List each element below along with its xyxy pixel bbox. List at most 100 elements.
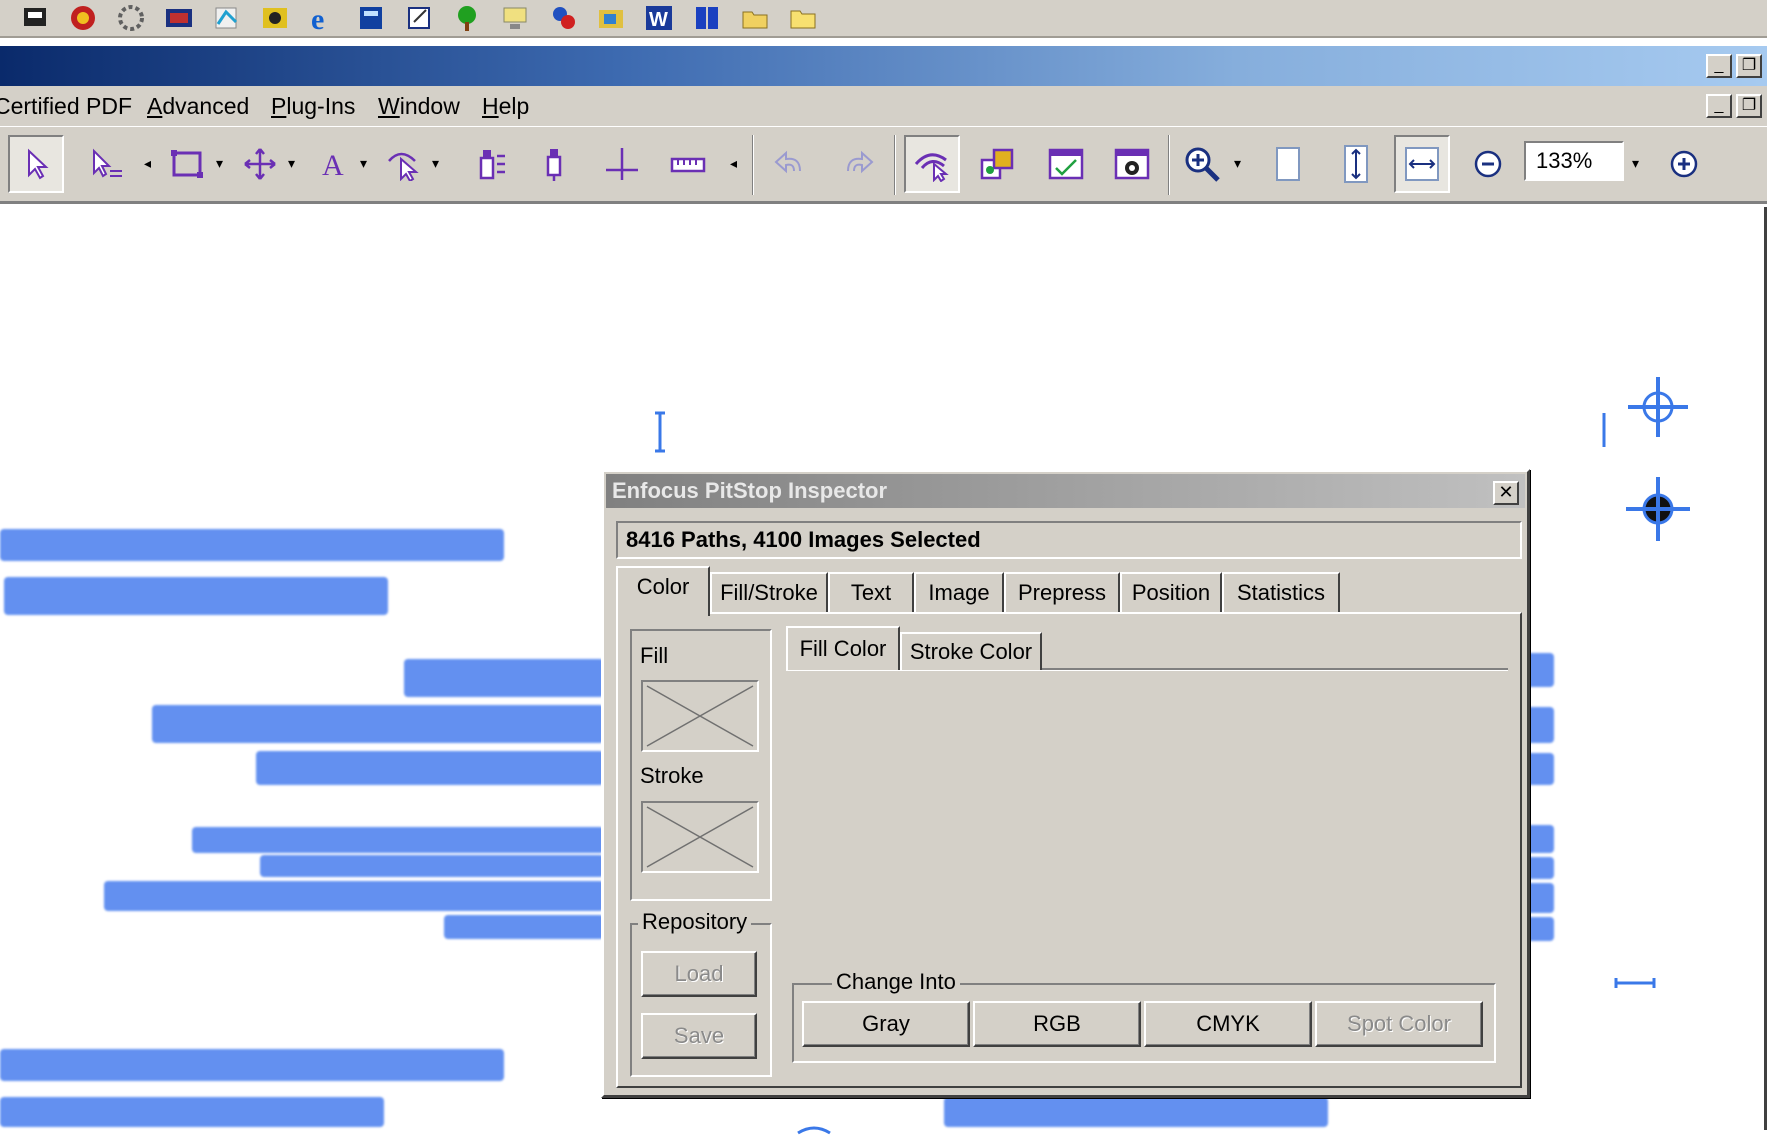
inspector-tool-button[interactable] [904,135,960,193]
app-shortcut-icon[interactable] [546,2,580,34]
selection-handle-marker [794,1115,834,1135]
tab-position[interactable]: Position [1120,572,1222,612]
fit-width-button[interactable] [1394,135,1450,193]
fit-page-button[interactable] [1328,135,1384,193]
app-shortcut-icon[interactable] [162,2,196,34]
notepad-icon[interactable] [402,2,436,34]
crosshair-target-icon[interactable] [1600,367,1696,451]
zoom-in-tool[interactable] [1176,135,1232,193]
change-to-gray-button[interactable]: Gray [802,1001,970,1047]
network-icon[interactable] [498,2,532,34]
minimize-button[interactable]: _ [1706,54,1732,78]
repository-label: Repository [638,909,752,935]
selected-text-block [4,577,388,615]
word-icon[interactable]: W [642,2,676,34]
tree-icon[interactable] [450,2,484,34]
tab-image[interactable]: Image [914,572,1004,612]
toolbar-collapse-arrow-2[interactable]: ◂ [730,155,737,172]
tab-prepress[interactable]: Prepress [1004,572,1120,612]
path-select-tool[interactable] [376,135,432,193]
menu-help-rest: elp [498,93,530,119]
selection-handle-marker[interactable] [1614,971,1658,988]
zoom-in-button[interactable] [1656,135,1712,193]
menu-plug-ins[interactable]: Plug-Ins [271,92,355,120]
menu-window[interactable]: Window [378,92,460,120]
calculator-icon[interactable] [354,2,388,34]
app-shortcut-icon[interactable] [66,2,100,34]
tab-statistics[interactable]: Statistics [1222,572,1340,612]
load-button[interactable]: Load [641,951,757,997]
inspector-close-button[interactable]: ✕ [1493,481,1519,505]
global-changes-button[interactable] [1104,135,1160,193]
change-to-cmyk-button[interactable]: CMYK [1144,1001,1312,1047]
book-icon[interactable] [690,2,724,34]
app-shortcut-icon[interactable] [210,2,244,34]
selected-text-block [152,705,604,743]
restore-button[interactable]: ❐ [1736,54,1762,78]
menu-help[interactable]: Help [482,92,529,120]
document-restore-button[interactable]: ❐ [1736,94,1762,118]
crosshair-target-icon[interactable] [1622,473,1694,545]
fill-swatch[interactable] [641,680,759,752]
folder-open-icon[interactable] [738,2,772,34]
fill-label: Fill [640,643,669,668]
svg-text:W: W [649,9,668,31]
zoom-tool-dropdown[interactable]: ▾ [1234,155,1241,172]
zoom-level-input[interactable]: 133% [1524,141,1624,181]
toolbar: ◂ ▾ ▾ A ▾ ▾ ◂ ▾ ▾ [0,126,1767,204]
preflight-button[interactable] [1038,135,1094,193]
folder-icon[interactable] [786,2,820,34]
move-tool-dropdown[interactable]: ▾ [288,155,295,172]
move-tool[interactable] [232,135,288,193]
inspector-title: Enfocus PitStop Inspector [612,478,888,503]
change-to-spot-color-button[interactable]: Spot Color [1315,1001,1483,1047]
selected-text-block [260,855,604,877]
text-tool-dropdown[interactable]: ▾ [360,155,367,172]
svg-text:e: e [311,4,324,32]
selection-summary: 8416 Paths, 4100 Images Selected [616,521,1522,559]
menu-advanced[interactable]: Advanced [147,92,249,120]
rectangle-tool[interactable] [160,135,216,193]
actual-size-button[interactable] [1260,135,1316,193]
rectangle-tool-dropdown[interactable]: ▾ [216,155,223,172]
document-minimize-button[interactable]: _ [1706,94,1732,118]
app-shortcut-icon[interactable] [18,2,52,34]
app-shortcut-icon[interactable] [114,2,148,34]
internet-explorer-icon[interactable]: e [306,2,340,34]
measure-tool[interactable] [660,135,716,193]
crosshair-tool[interactable] [594,135,650,193]
change-into-label: Change Into [832,969,960,995]
tab-fill-stroke[interactable]: Fill/Stroke [710,572,828,612]
toolbar-separator [894,135,896,195]
selected-text-block [104,881,604,911]
tab-color[interactable]: Color [616,566,710,616]
selected-text-block [404,659,604,697]
app-shortcut-icon[interactable] [594,2,628,34]
pipette-tool[interactable] [462,135,518,193]
subtab-stroke-color[interactable]: Stroke Color [900,632,1042,670]
zoom-level-dropdown[interactable]: ▾ [1632,155,1639,172]
toolbar-collapse-arrow[interactable]: ◂ [144,155,151,172]
stroke-swatch[interactable] [641,801,759,873]
inspector-title-bar[interactable]: Enfocus PitStop Inspector [606,474,1525,508]
quick-launch-bar: e W [0,0,1767,38]
change-to-rgb-button[interactable]: RGB [973,1001,1141,1047]
svg-text:A: A [322,149,344,181]
select-arrow-tool[interactable] [8,135,64,193]
selected-text-block [0,1049,504,1081]
zoom-out-button[interactable] [1460,135,1516,193]
text-tool[interactable]: A [304,135,360,193]
eyedropper-tool[interactable] [526,135,582,193]
redo-button[interactable] [830,135,886,193]
pitstop-inspector-dialog: Enfocus PitStop Inspector ✕ 8416 Paths, … [601,469,1530,1098]
selection-handle-marker[interactable] [652,411,668,455]
undo-button[interactable] [762,135,818,193]
action-lists-button[interactable] [970,135,1026,193]
path-tool-dropdown[interactable]: ▾ [432,155,439,172]
tab-text[interactable]: Text [828,572,914,612]
select-objects-tool[interactable] [78,135,134,193]
menu-certified-pdf[interactable]: Certified PDF [0,92,132,120]
subtab-fill-color[interactable]: Fill Color [786,626,900,670]
save-button[interactable]: Save [641,1013,757,1059]
app-shortcut-icon[interactable] [258,2,292,34]
